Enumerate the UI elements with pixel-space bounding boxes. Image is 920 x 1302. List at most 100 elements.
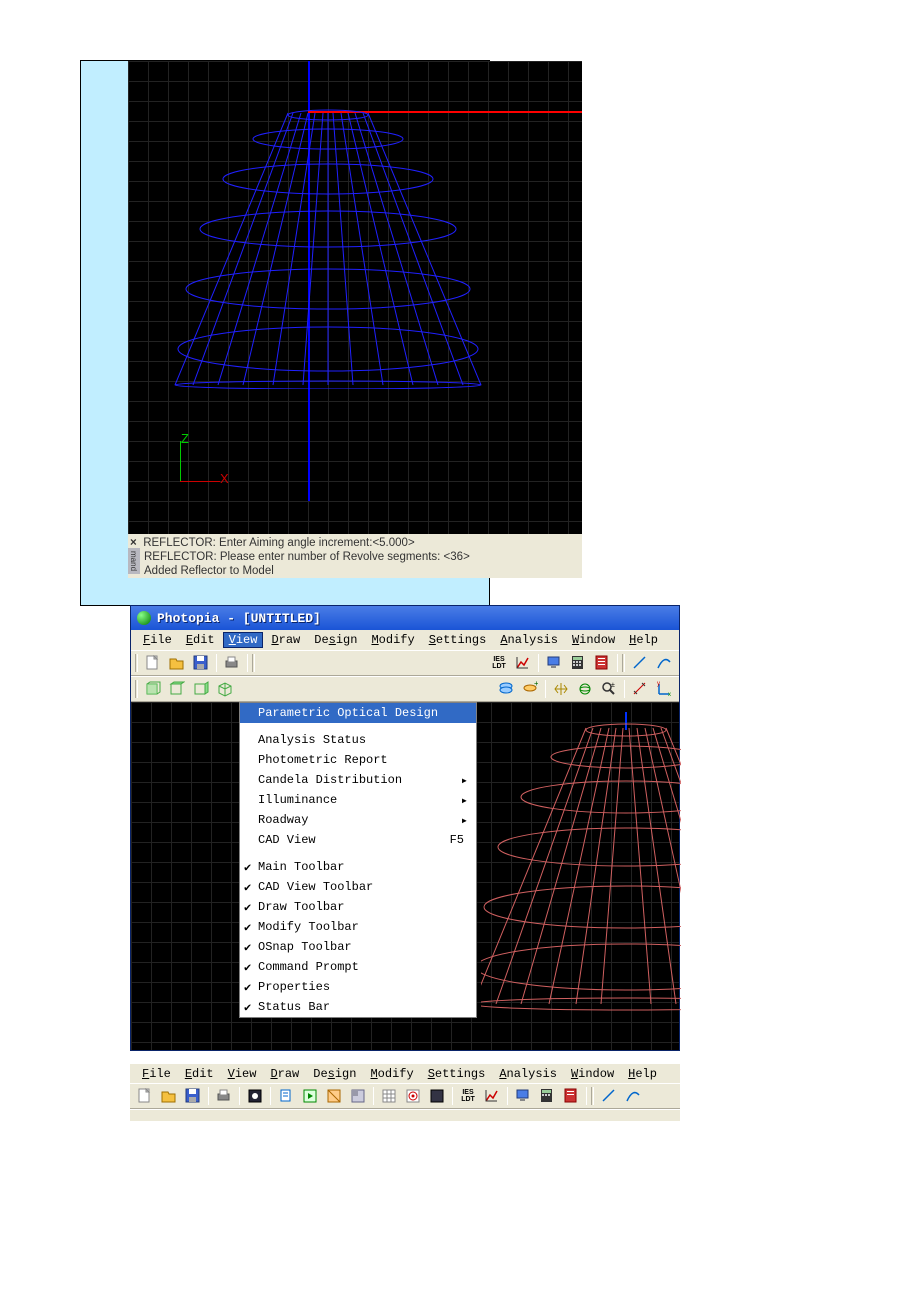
toolbar-grip[interactable] [135, 680, 138, 698]
open-file-icon[interactable] [166, 652, 188, 674]
target-icon[interactable] [402, 1085, 424, 1107]
upper-cad-panel: Z X × REFLECTOR: Enter Aiming angle incr… [80, 60, 490, 606]
menu-file[interactable]: File [136, 1066, 177, 1082]
report-icon[interactable] [560, 1085, 582, 1107]
new-file-icon[interactable] [134, 1085, 156, 1107]
menu-analysis[interactable]: Analysis [493, 1066, 563, 1082]
screen-icon[interactable] [426, 1085, 448, 1107]
xy-axis-icon[interactable]: yx [653, 678, 675, 700]
chart-icon[interactable] [481, 1085, 503, 1107]
z-axis-label: Z [181, 431, 189, 446]
new-file-icon[interactable] [142, 652, 164, 674]
zoom-icon[interactable]: ± [598, 678, 620, 700]
menu-window[interactable]: Window [565, 1066, 620, 1082]
report-icon[interactable] [591, 652, 613, 674]
grid-icon[interactable] [378, 1085, 400, 1107]
properties-icon[interactable] [275, 1085, 297, 1107]
menu-item-osnap-toolbar[interactable]: ✔OSnap Toolbar [240, 937, 476, 957]
print-icon[interactable] [213, 1085, 235, 1107]
toolbar-grip[interactable] [135, 654, 138, 672]
toolbar-grip[interactable] [252, 654, 255, 672]
menu-item-status-bar[interactable]: ✔Status Bar [240, 997, 476, 1017]
render-icon[interactable] [347, 1085, 369, 1107]
menu-item-command-prompt[interactable]: ✔Command Prompt [240, 957, 476, 977]
command-tab[interactable]: mand [128, 548, 140, 574]
menu-modify[interactable]: Modify [365, 632, 420, 648]
menu-design[interactable]: Design [308, 632, 363, 648]
design-lamp-icon[interactable] [244, 1085, 266, 1107]
cube-side-icon[interactable] [190, 678, 212, 700]
menu-item-main-toolbar[interactable]: ✔Main Toolbar [240, 857, 476, 877]
svg-text:±: ± [611, 682, 615, 689]
reflector-wireframe-red [481, 712, 681, 1012]
cube-iso-icon[interactable] [214, 678, 236, 700]
calculator-icon[interactable] [567, 652, 589, 674]
menu-file[interactable]: File [137, 632, 178, 648]
main-toolbar[interactable]: IESLDT [131, 650, 679, 676]
menu-item-analysis-status[interactable]: Analysis Status [240, 730, 476, 750]
menu-bar[interactable]: FileEditViewDrawDesignModifySettingsAnal… [131, 630, 679, 650]
window-title: Photopia - [UNTITLED] [157, 611, 321, 626]
menu-item-photometric-report[interactable]: Photometric Report [240, 750, 476, 770]
cube-top-icon[interactable] [166, 678, 188, 700]
menu-help[interactable]: Help [623, 632, 664, 648]
menu-edit[interactable]: Edit [180, 632, 221, 648]
menu-item-cad-view-toolbar[interactable]: ✔CAD View Toolbar [240, 877, 476, 897]
menu-view[interactable]: View [222, 1066, 263, 1082]
arc-tool-icon[interactable] [622, 1085, 644, 1107]
run-icon[interactable] [299, 1085, 321, 1107]
command-prompt-panel[interactable]: × REFLECTOR: Enter Aiming angle incremen… [128, 534, 582, 578]
menu-item-draw-toolbar[interactable]: ✔Draw Toolbar [240, 897, 476, 917]
lower-toolbar-strip: FileEditViewDrawDesignModifySettingsAnal… [130, 1063, 680, 1121]
monitor-icon[interactable] [512, 1085, 534, 1107]
menu-bar[interactable]: FileEditViewDrawDesignModifySettingsAnal… [130, 1063, 680, 1083]
menu-view[interactable]: View [223, 632, 264, 648]
toolbar-grip[interactable] [622, 654, 625, 672]
menu-modify[interactable]: Modify [364, 1066, 419, 1082]
menu-window[interactable]: Window [566, 632, 621, 648]
main-toolbar[interactable]: IESLDT [130, 1083, 680, 1109]
app-icon [137, 611, 151, 625]
layer-icon[interactable] [495, 678, 517, 700]
menu-edit[interactable]: Edit [179, 1066, 220, 1082]
menu-help[interactable]: Help [622, 1066, 663, 1082]
menu-item-roadway[interactable]: Roadway▸ [240, 810, 476, 830]
menu-settings[interactable]: Settings [423, 632, 493, 648]
menu-item-illuminance[interactable]: Illuminance▸ [240, 790, 476, 810]
pan-icon[interactable] [550, 678, 572, 700]
menu-item-properties[interactable]: ✔Properties [240, 977, 476, 997]
open-file-icon[interactable] [158, 1085, 180, 1107]
secondary-toolbar-partial[interactable] [130, 1109, 680, 1121]
menu-draw[interactable]: Draw [264, 1066, 305, 1082]
monitor-icon[interactable] [543, 652, 565, 674]
menu-settings[interactable]: Settings [422, 1066, 492, 1082]
save-icon[interactable] [182, 1085, 204, 1107]
ies-ldt-button[interactable]: IESLDT [457, 1085, 479, 1107]
material-icon[interactable] [323, 1085, 345, 1107]
print-icon[interactable] [221, 652, 243, 674]
title-bar[interactable]: Photopia - [UNTITLED] [131, 606, 679, 630]
cad-view-toolbar[interactable]: + ± yx [131, 676, 679, 702]
menu-draw[interactable]: Draw [265, 632, 306, 648]
measure-icon[interactable] [629, 678, 651, 700]
menu-item-parametric-optical-design[interactable]: Parametric Optical Design [240, 703, 476, 723]
menu-item-cad-view[interactable]: CAD ViewF5 [240, 830, 476, 850]
menu-item-candela-distribution[interactable]: Candela Distribution▸ [240, 770, 476, 790]
cad-viewport-blue[interactable]: Z X [128, 61, 582, 534]
calculator-icon[interactable] [536, 1085, 558, 1107]
line-tool-icon[interactable] [629, 652, 651, 674]
arc-tool-icon[interactable] [653, 652, 675, 674]
line-tool-icon[interactable] [598, 1085, 620, 1107]
chart-icon[interactable] [512, 652, 534, 674]
save-icon[interactable] [190, 652, 212, 674]
ies-ldt-button[interactable]: IESLDT [488, 652, 510, 674]
menu-analysis[interactable]: Analysis [494, 632, 564, 648]
layer-plus-icon[interactable]: + [519, 678, 541, 700]
cube-front-icon[interactable] [142, 678, 164, 700]
menu-design[interactable]: Design [307, 1066, 362, 1082]
orbit-icon[interactable] [574, 678, 596, 700]
cad-viewport-client[interactable]: Parametric Optical Design Analysis Status… [131, 702, 679, 1050]
toolbar-grip[interactable] [591, 1087, 594, 1105]
menu-item-modify-toolbar[interactable]: ✔Modify Toolbar [240, 917, 476, 937]
view-menu-dropdown[interactable]: Parametric Optical Design Analysis Status… [239, 702, 477, 1018]
